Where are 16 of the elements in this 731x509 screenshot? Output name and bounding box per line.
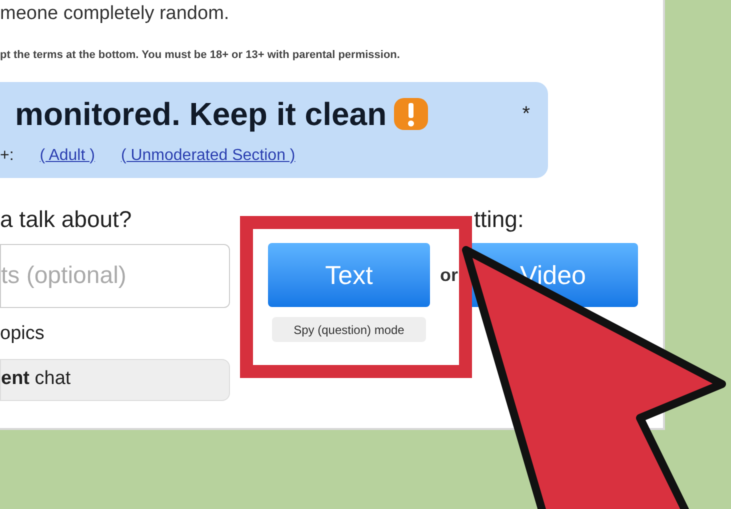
topics-label: opics xyxy=(0,322,46,346)
chat-mode-bar[interactable]: ent chat xyxy=(0,358,230,400)
spy-mode-button[interactable]: Spy (question) mode xyxy=(272,317,426,342)
intro-text: meone completely random. xyxy=(0,4,230,23)
start-chatting-label: tting: xyxy=(474,204,525,234)
topics-question: a talk about? xyxy=(0,204,133,234)
banner-heading: monitored. Keep it clean xyxy=(15,94,387,134)
topics-field[interactable]: ts (optional) xyxy=(0,244,230,308)
links-prefix: +: xyxy=(0,146,14,166)
section-link[interactable]: ( Adult ) xyxy=(40,144,95,168)
section-link[interactable]: ( Unmoderated Section ) xyxy=(120,144,296,168)
asterisk-mark: * xyxy=(522,102,530,126)
text-button[interactable]: Text xyxy=(268,243,430,307)
or-text: or xyxy=(440,264,458,286)
exclamation-icon xyxy=(392,96,429,130)
terms-text: pt the terms at the bottom. You must be 18+ or 13+ with parental permission. xyxy=(0,48,401,63)
